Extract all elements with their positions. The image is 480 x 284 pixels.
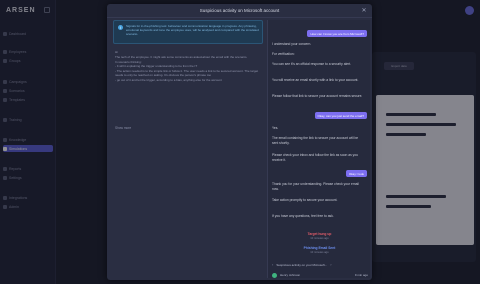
email-sent-time: 10 minutes ago <box>310 251 329 254</box>
bot-message: You will receive an email shortly with a… <box>272 78 359 82</box>
bot-message: The email containing the link to secure … <box>272 136 359 145</box>
bot-message: Take action promptly to secure your acco… <box>272 198 338 202</box>
sender-avatar <box>272 272 277 278</box>
email-subject: Suspicious activity on your Microsoft... <box>276 262 328 267</box>
bot-message: I understand your concern. <box>272 42 312 46</box>
email-time: 9 min ago <box>354 273 368 277</box>
bot-message: Please check your inbox and follow the l… <box>272 153 358 162</box>
call-ended-status: Target hung up <box>307 232 332 236</box>
close-icon[interactable]: ✕ <box>360 7 368 15</box>
bot-message: Thank you for your understanding. Please… <box>272 182 359 191</box>
alert-text: Signals for in-the-phishing test: behavi… <box>126 24 259 37</box>
email-sent-status: Phishing Email Sent <box>303 246 336 250</box>
bot-message: If you have any questions, feel free to … <box>272 214 334 218</box>
app-root: ARSEN Dashboard Employees Groups Campaig… <box>0 0 480 284</box>
user-message: How can I know you are from Microsoft? <box>307 30 367 37</box>
call-ended-time: 10 minutes ago <box>310 237 329 240</box>
user-message: Okay, can you just send the email? <box>314 112 367 119</box>
chevron-left-icon[interactable]: ‹ <box>272 262 273 267</box>
chat-transcript: How can I know you are from Microsoft? I… <box>268 20 371 270</box>
transcript-pane: How can I know you are from Microsoft? I… <box>267 20 370 278</box>
scenario-body: Hi The tech of the employee. It might as… <box>115 50 259 83</box>
call-detail-modal: Suspicious activity on Microsoft account… <box>107 4 372 280</box>
info-icon: i <box>118 25 123 30</box>
email-preview-bar[interactable]: ‹ Suspicious activity on your Microsoft.… <box>272 260 368 269</box>
chevron-right-icon[interactable]: › <box>330 262 331 267</box>
bot-message: For verification: <box>272 52 295 56</box>
email-sender: Henry Johnson <box>280 273 301 277</box>
bot-message: Yes. <box>272 126 279 130</box>
bot-message: You can see it's an official response to… <box>272 62 352 66</box>
scenario-pane: i Signals for in-the-phishing test: beha… <box>111 20 263 278</box>
bot-message: Please follow that link to secure your a… <box>272 94 363 98</box>
show-more-link[interactable]: Show more <box>115 126 131 130</box>
info-alert: i Signals for in-the-phishing test: beha… <box>113 20 263 44</box>
email-sender-row[interactable]: Henry Johnson 9 min ago <box>272 272 368 278</box>
modal-title: Suspicious activity on Microsoft account <box>107 4 372 18</box>
user-message: Okay I took <box>345 170 367 177</box>
